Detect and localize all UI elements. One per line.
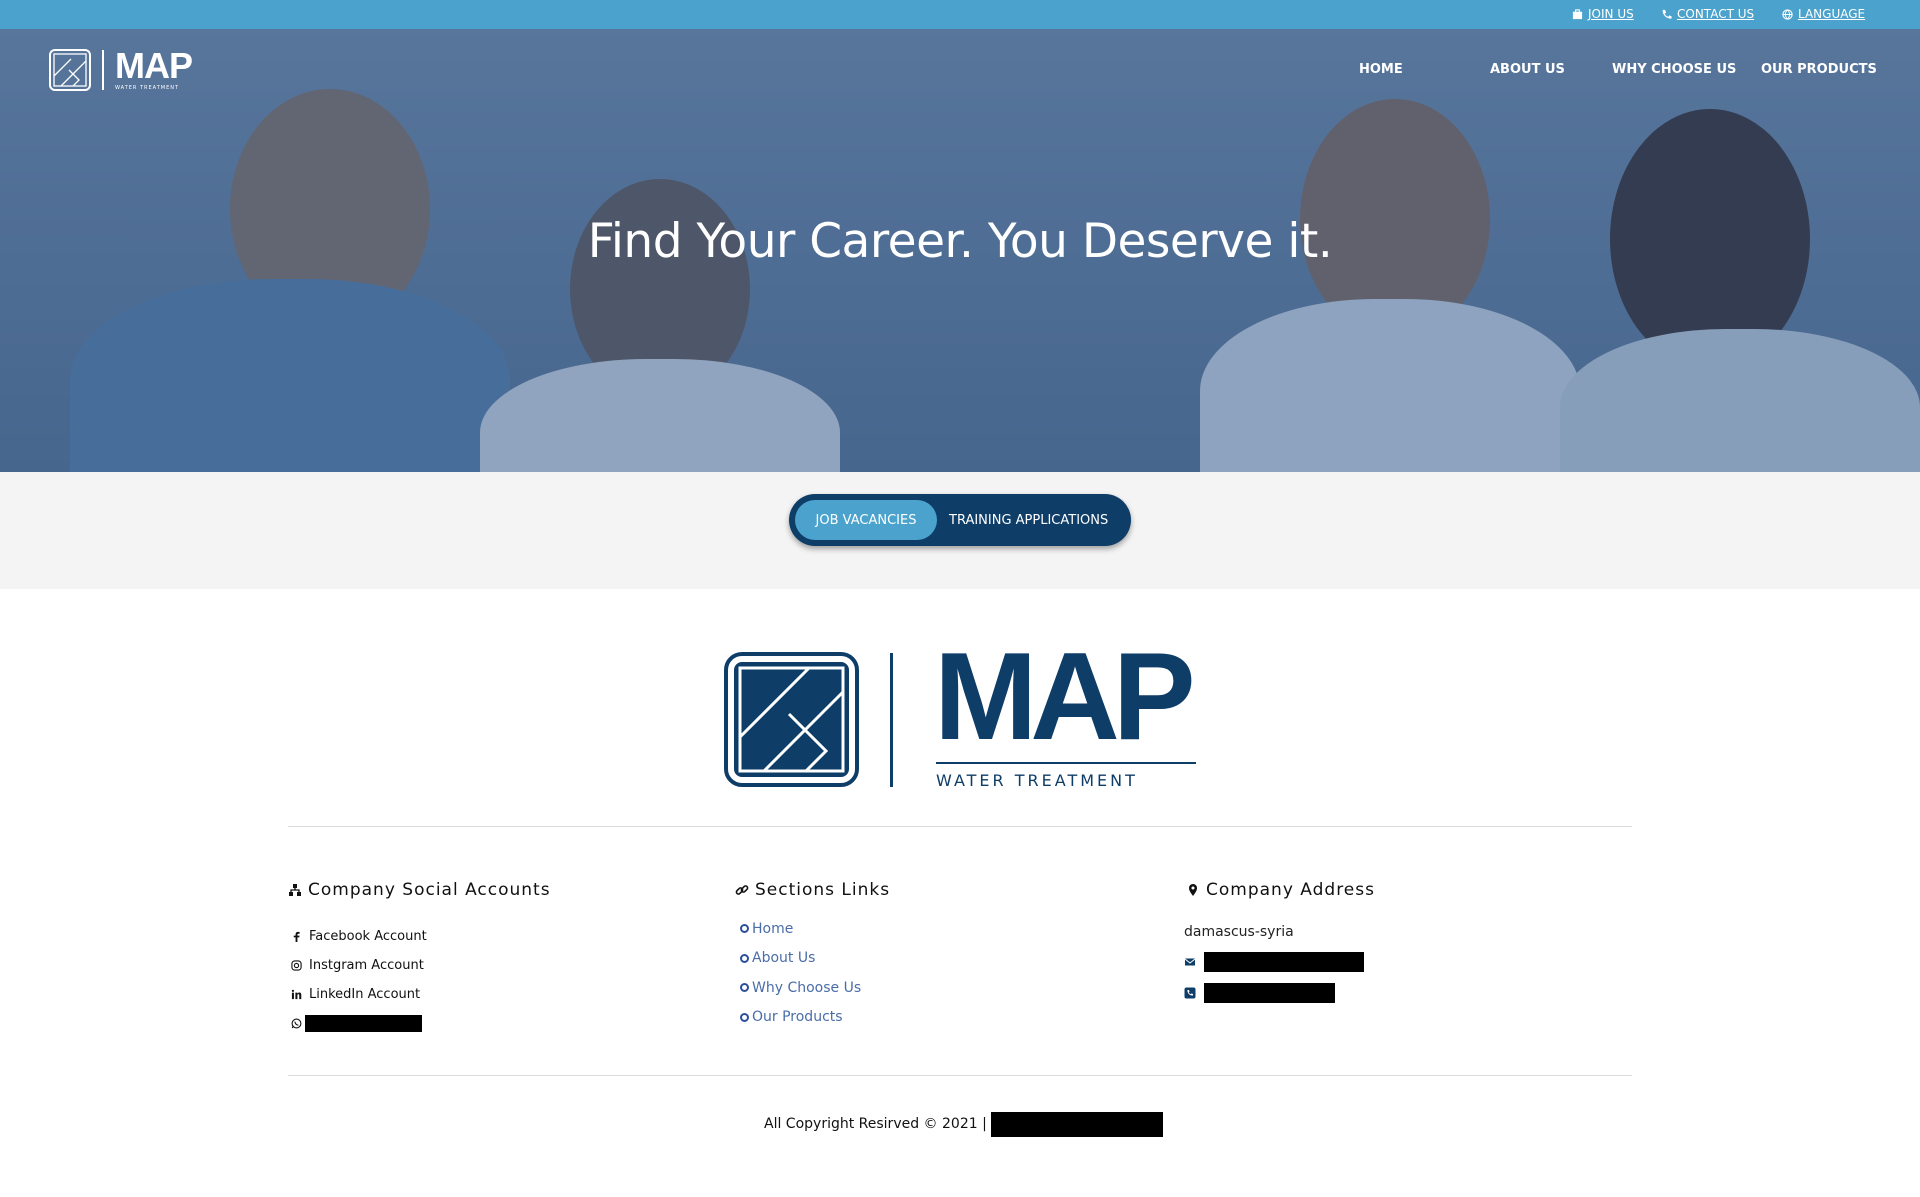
logo-underline [936,762,1196,764]
instagram-link[interactable]: Instgram Account [291,951,427,980]
section-links-list: Home About Us Why Choose Us Our Products [740,914,861,1032]
logo-divider [890,653,893,787]
tab-job-vacancies[interactable]: JOB VACANCIES [795,500,937,540]
briefcase-icon [1572,8,1583,19]
footer-link-label: Our Products [752,1009,843,1026]
whatsapp-link[interactable] [291,1009,427,1038]
nav-about-us[interactable]: ABOUT US [1490,62,1565,77]
copyright-owner-redacted [990,1111,1163,1137]
hero-banner: MAP WATER TREATMENT HOME ABOUT US WHY CH… [0,29,1920,472]
phone-square-icon [1184,987,1196,998]
join-us-label: JOIN US [1588,7,1634,21]
sections-heading: Sections Links [735,880,890,900]
facebook-icon [293,931,300,942]
circle-bullet-icon [740,924,749,934]
copyright-text: All Copyright Resirved © 2021 | [764,1116,987,1132]
logo-tagline: WATER TREATMENT [936,771,1138,790]
address-heading: Company Address [1186,880,1375,900]
network-icon [289,884,301,896]
phone-icon [1662,9,1672,19]
facebook-label: Facebook Account [309,929,427,944]
instagram-icon [291,960,302,971]
logo-divider [102,50,104,90]
social-heading: Company Social Accounts [288,880,551,900]
address-heading-text: Company Address [1206,880,1375,900]
footer-divider [288,826,1632,827]
whatsapp-icon [291,1018,302,1029]
tab-training-applications[interactable]: TRAINING APPLICATIONS [949,500,1108,540]
social-heading-text: Company Social Accounts [308,880,551,900]
contact-us-link[interactable]: CONTACT US [1661,7,1754,21]
logo-mark-icon [49,49,91,91]
instagram-label: Instgram Account [309,958,424,973]
tab-strip: JOB VACANCIES TRAINING APPLICATIONS [0,472,1920,589]
nav-why-choose-us[interactable]: WHY CHOOSE US [1612,62,1736,77]
social-list: Facebook Account Instgram Account Linked… [291,922,427,1038]
top-bar: JOIN US CONTACT US LANGUAGE [0,0,1920,29]
logo-mark-icon [724,652,859,787]
circle-bullet-icon [740,1012,749,1022]
email-redacted [1204,951,1364,972]
footer-link-why-choose-us[interactable]: Why Choose Us [740,973,861,1003]
link-icon [735,885,749,895]
circle-bullet-icon [740,953,749,963]
envelope-icon [1184,958,1196,965]
footer-link-our-products[interactable]: Our Products [740,1003,861,1033]
address-block: damascus-syria [1184,918,1364,1008]
facebook-link[interactable]: Facebook Account [291,922,427,951]
footer-link-label: Why Choose Us [752,979,862,996]
footer-link-home[interactable]: Home [740,914,861,944]
hero-title: Find Your Career. You Deserve it. [587,214,1333,269]
footer-link-about-us[interactable]: About Us [740,944,861,974]
nav-home[interactable]: HOME [1359,62,1403,77]
sections-heading-text: Sections Links [755,880,891,900]
copyright-line: All Copyright Resirved © 2021 | [764,1111,1163,1137]
logo-wordmark: MAP [934,628,1196,766]
contact-us-label: CONTACT US [1677,7,1755,21]
nav-our-products[interactable]: OUR PRODUCTS [1761,62,1877,77]
linkedin-icon [291,989,302,1000]
footer-link-label: Home [752,920,794,937]
globe-icon [1782,8,1793,20]
phone-redacted [1204,982,1335,1003]
phone-row[interactable] [1184,977,1364,1008]
header-logo[interactable]: MAP WATER TREATMENT [49,45,193,91]
address-city: damascus-syria [1184,924,1294,940]
language-label: LANGUAGE [1798,7,1866,21]
linkedin-link[interactable]: LinkedIn Account [291,980,427,1009]
footer-bottom-divider [288,1075,1632,1076]
whatsapp-number-redacted [305,1015,422,1032]
language-link[interactable]: LANGUAGE [1782,7,1865,21]
logo-wordmark: MAP [115,45,193,86]
circle-bullet-icon [740,983,749,993]
tab-switcher: JOB VACANCIES TRAINING APPLICATIONS [789,494,1131,546]
footer-link-label: About Us [752,950,816,967]
footer-logo: MAP WATER TREATMENT [724,632,1196,790]
linkedin-label: LinkedIn Account [309,987,421,1002]
map-pin-icon [1189,884,1197,896]
join-us-link[interactable]: JOIN US [1572,7,1634,21]
email-row[interactable] [1184,946,1364,977]
